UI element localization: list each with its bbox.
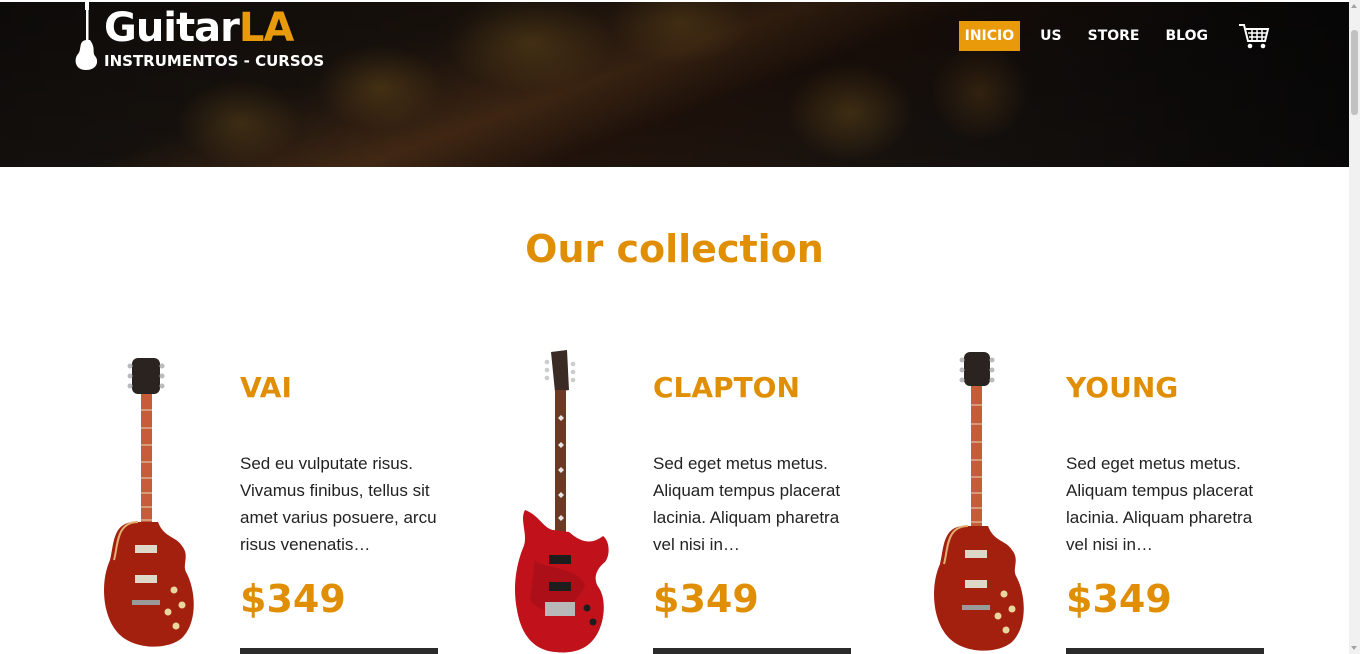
guitar-logo-icon [75,2,98,70]
product-image-les-paul[interactable] [928,350,1048,654]
product-image-superstrat[interactable] [515,350,635,654]
product-description: Sed eget metus metus. Aliquam tempus pla… [1066,454,1254,554]
product-card: VAI Sed eu vulputate risus. Vivamus fini… [102,350,502,654]
nav-link-blog[interactable]: BLOG [1160,21,1215,51]
product-image-les-paul[interactable] [102,350,222,654]
view-product-button[interactable] [653,648,851,654]
product-card: YOUNG Sed eget metus metus. Aliquam temp… [928,350,1328,654]
product-price: $349 [653,577,759,621]
brand-accent: LA [238,5,294,51]
product-info: CLAPTON Sed eget metus metus. Aliquam te… [653,370,853,622]
cart-icon[interactable] [1238,22,1270,50]
view-product-button[interactable] [240,648,438,654]
logo[interactable]: GuitarLA INSTRUMENTOS - CURSOS [74,2,334,74]
product-price: $349 [240,577,346,621]
page-scrollbar[interactable] [1349,0,1360,654]
page-title: Our collection [525,227,824,271]
main-nav: INICIO US STORE BLOG [945,19,1270,53]
nav-link-us[interactable]: US [1034,21,1067,51]
site-header: GuitarLA INSTRUMENTOS - CURSOS INICIO US… [0,2,1349,167]
product-name[interactable]: YOUNG [1066,370,1266,406]
product-card: CLAPTON Sed eget metus metus. Aliquam te… [515,350,915,654]
product-description: Sed eget metus metus. Aliquam tempus pla… [653,454,841,554]
nav-link-store[interactable]: STORE [1082,21,1146,51]
product-name[interactable]: CLAPTON [653,370,853,406]
product-description: Sed eu vulputate risus. Vivamus finibus,… [240,454,437,554]
product-info: YOUNG Sed eget metus metus. Aliquam temp… [1066,370,1266,622]
scroll-up-icon[interactable] [1351,4,1357,8]
brand-name: GuitarLA [104,5,294,51]
product-price: $349 [1066,577,1172,621]
scroll-down-icon[interactable] [1351,646,1357,650]
nav-link-inicio[interactable]: INICIO [958,21,1021,51]
scrollbar-thumb[interactable] [1351,30,1358,115]
brand-subtitle: INSTRUMENTOS - CURSOS [104,52,325,70]
view-product-button[interactable] [1066,648,1264,654]
product-info: VAI Sed eu vulputate risus. Vivamus fini… [240,370,440,622]
product-name[interactable]: VAI [240,370,440,406]
